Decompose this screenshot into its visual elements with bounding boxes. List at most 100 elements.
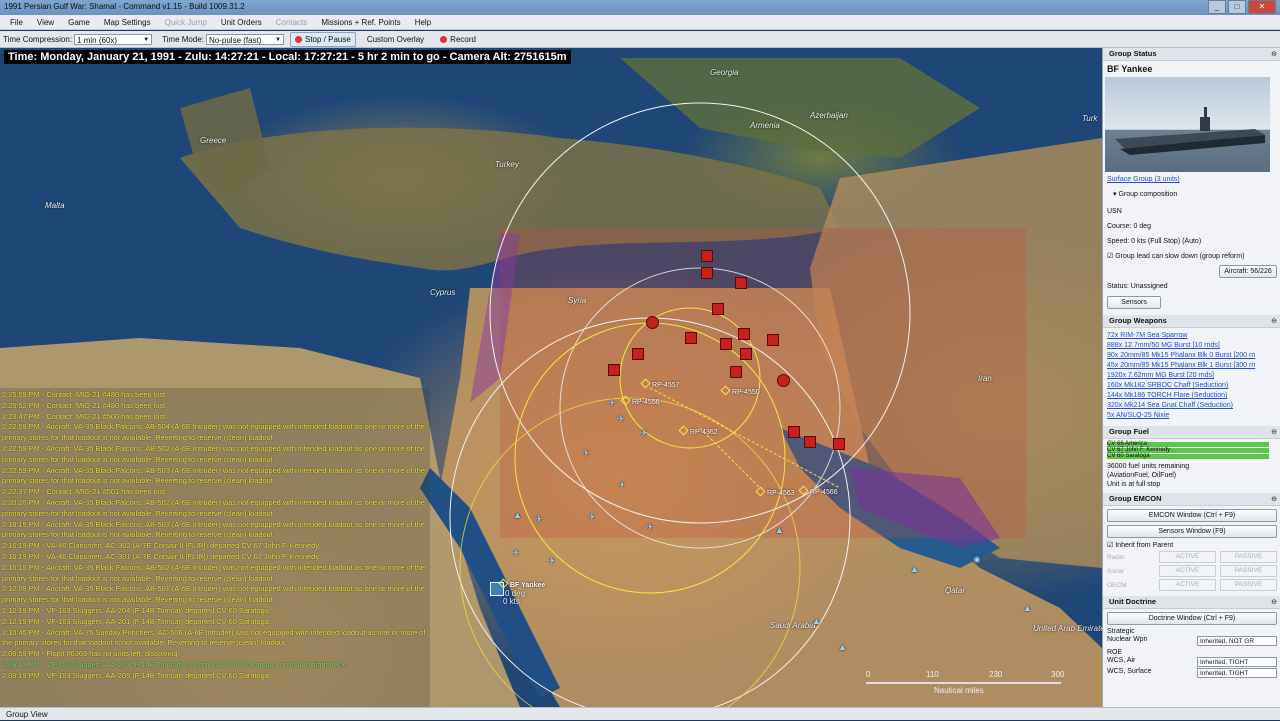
menu-game[interactable]: Game <box>68 18 90 27</box>
friendly-aircraft-icon[interactable]: ✈ <box>512 548 520 559</box>
inherit-checkbox[interactable]: ☑ Inherit from Parent <box>1103 541 1280 550</box>
collapse-icon[interactable]: ⊖ <box>1271 316 1277 328</box>
scale-bar: 0 110 230 300 Nautical miles <box>866 666 1066 696</box>
record-button[interactable]: Record <box>435 32 481 47</box>
weapon-item[interactable]: 144x Mk186 TORCH Flare (Seduction) <box>1103 391 1280 401</box>
minimize-button[interactable]: _ <box>1208 0 1226 14</box>
side-label: USN <box>1107 208 1122 215</box>
emcon-window-button[interactable]: EMCON Window (Ctrl + F9) <box>1107 509 1277 522</box>
unit-doctrine-header[interactable]: Unit Doctrine ⊖ <box>1103 596 1280 609</box>
weapon-item[interactable]: 888x 12.7mm/50 MG Burst [10 rnds] <box>1103 341 1280 351</box>
time-compression-select[interactable]: 1 min (60x) ▼ <box>74 33 153 45</box>
menu-help[interactable]: Help <box>415 18 431 27</box>
wcs-air-select[interactable]: Inherited, TIGHT <box>1197 657 1277 667</box>
hostile-unit[interactable] <box>767 334 779 346</box>
close-button[interactable]: ✕ <box>1248 0 1276 14</box>
friendly-ship-icon[interactable]: ◉ <box>973 554 981 565</box>
surface-group-link[interactable]: Surface Group (3 units) <box>1103 175 1280 184</box>
doctrine-window-button[interactable]: Doctrine Window (Ctrl + F9) <box>1107 612 1277 625</box>
menu-unit-orders[interactable]: Unit Orders <box>221 18 262 27</box>
ref-point[interactable]: RP-4550 <box>722 387 760 396</box>
weapon-item[interactable]: 320x Mk214 Sea Gnat Chaff (Seduction) <box>1103 401 1280 411</box>
menu-file[interactable]: File <box>10 18 23 27</box>
friendly-base-icon[interactable]: ▲ <box>775 525 784 535</box>
weapon-item[interactable]: 72x RIM-7M Sea Sparrow <box>1103 331 1280 341</box>
hostile-unit[interactable] <box>804 436 816 448</box>
friendly-base-icon[interactable]: ▲ <box>910 564 919 574</box>
emcon-active[interactable]: ACTIVE <box>1159 551 1216 563</box>
ref-point[interactable]: RP-4563 <box>757 488 795 497</box>
hostile-unit[interactable] <box>701 250 713 262</box>
maximize-button[interactable]: □ <box>1228 0 1246 14</box>
sensors-button[interactable]: Sensors <box>1107 296 1161 309</box>
log-entry: 2:08:59 PM - Flight #6369 has no units l… <box>2 649 180 659</box>
weapon-item[interactable]: 1920x 7.62mm MG Burst [20 rnds] <box>1103 371 1280 381</box>
friendly-aircraft-icon[interactable]: ✈ <box>608 398 616 409</box>
weapon-item[interactable]: 160x Mk182 SRBOC Chaff (Seduction) <box>1103 381 1280 391</box>
nuclear-select[interactable]: Inherited, NOT GR <box>1197 636 1277 646</box>
collapse-icon[interactable]: ⊖ <box>1271 597 1277 609</box>
hostile-unit[interactable] <box>720 338 732 350</box>
collapse-icon[interactable]: ⊖ <box>1271 427 1277 439</box>
ref-point[interactable]: RP-4556 <box>622 397 660 406</box>
ref-point[interactable]: RP-4566 <box>800 487 838 496</box>
friendly-aircraft-icon[interactable]: ✈ <box>640 428 648 439</box>
wcs-surface-select[interactable]: Inherited, TIGHT <box>1197 668 1277 678</box>
custom-overlay-button[interactable]: Custom Overlay <box>362 32 429 47</box>
menu-contacts[interactable]: Contacts <box>276 18 308 27</box>
friendly-aircraft-icon[interactable]: ✈ <box>617 414 625 425</box>
aircraft-button[interactable]: Aircraft: 56/226 <box>1219 265 1277 278</box>
hostile-unit[interactable] <box>701 267 713 279</box>
friendly-aircraft-icon[interactable]: ✈ <box>535 514 543 525</box>
group-lead-checkbox[interactable]: ☑ Group lead can slow down (group reform… <box>1103 252 1280 261</box>
emcon-passive[interactable]: PASSIVE <box>1220 565 1277 577</box>
hostile-unit[interactable] <box>740 348 752 360</box>
hostile-unit[interactable] <box>608 364 620 376</box>
group-status-header[interactable]: Group Status ⊖ <box>1103 48 1280 61</box>
menu-view[interactable]: View <box>37 18 54 27</box>
friendly-aircraft-icon[interactable]: ✈ <box>548 556 556 567</box>
ref-point[interactable]: RP-4557 <box>642 380 680 389</box>
tactical-map[interactable]: Time: Monday, January 21, 1991 - Zulu: 1… <box>0 48 1102 707</box>
ref-point[interactable]: RP-4362 <box>680 427 718 436</box>
friendly-base-icon[interactable]: ▲ <box>1023 603 1032 613</box>
friendly-base-icon[interactable]: ▲ <box>513 510 522 520</box>
hostile-unit[interactable] <box>712 303 724 315</box>
weapon-item[interactable]: 45x 20mm/85 Mk15 Phalanx Blk 1 Burst [30… <box>1103 361 1280 371</box>
hostile-unit[interactable] <box>646 316 659 329</box>
friendly-aircraft-icon[interactable]: ✈ <box>588 512 596 523</box>
hostile-unit[interactable] <box>788 426 800 438</box>
weapon-item[interactable]: 5x AN/SLQ-25 Nixie <box>1103 411 1280 421</box>
group-emcon-header[interactable]: Group EMCON ⊖ <box>1103 493 1280 506</box>
menu-quick-jump[interactable]: Quick Jump <box>165 18 207 27</box>
menu-missions[interactable]: Missions + Ref. Points <box>321 18 400 27</box>
stop-pause-button[interactable]: Stop / Pause <box>290 31 356 47</box>
hostile-unit[interactable] <box>685 332 697 344</box>
emcon-active[interactable]: ACTIVE <box>1159 565 1216 577</box>
hostile-unit[interactable] <box>730 366 742 378</box>
emcon-passive[interactable]: PASSIVE <box>1220 579 1277 591</box>
collapse-icon[interactable]: ⊖ <box>1271 49 1277 61</box>
emcon-active[interactable]: ACTIVE <box>1159 579 1216 591</box>
friendly-base-icon[interactable]: ▲ <box>838 642 847 652</box>
menu-map-settings[interactable]: Map Settings <box>104 18 151 27</box>
time-mode-select[interactable]: No-pulse (fast) ▼ <box>206 33 284 45</box>
hostile-unit[interactable] <box>735 277 747 289</box>
weapon-item[interactable]: 90x 20mm/85 Mk15 Phalanx Blk 0 Burst [20… <box>1103 351 1280 361</box>
collapse-icon[interactable]: ⊖ <box>1271 494 1277 506</box>
message-log[interactable]: 2:25:59 PM - Contact: MIG-21 #480 has be… <box>0 388 430 707</box>
group-weapons-header[interactable]: Group Weapons ⊖ <box>1103 315 1280 328</box>
hostile-unit[interactable] <box>777 374 790 387</box>
sensors-window-button[interactable]: Sensors Window (F9) <box>1107 525 1277 538</box>
friendly-base-icon[interactable]: ▲ <box>812 616 821 626</box>
group-fuel-header[interactable]: Group Fuel ⊖ <box>1103 426 1280 439</box>
hostile-unit[interactable] <box>738 328 750 340</box>
group-composition-toggle[interactable]: ▾ Group composition <box>1103 190 1280 199</box>
hostile-unit[interactable] <box>833 438 845 450</box>
emcon-passive[interactable]: PASSIVE <box>1220 551 1277 563</box>
friendly-aircraft-icon[interactable]: ✈ <box>646 522 654 533</box>
selected-group-speed: 0 kts <box>503 597 520 606</box>
hostile-unit[interactable] <box>632 348 644 360</box>
friendly-aircraft-icon[interactable]: ✈ <box>582 448 590 459</box>
friendly-aircraft-icon[interactable]: ✈ <box>618 480 626 491</box>
